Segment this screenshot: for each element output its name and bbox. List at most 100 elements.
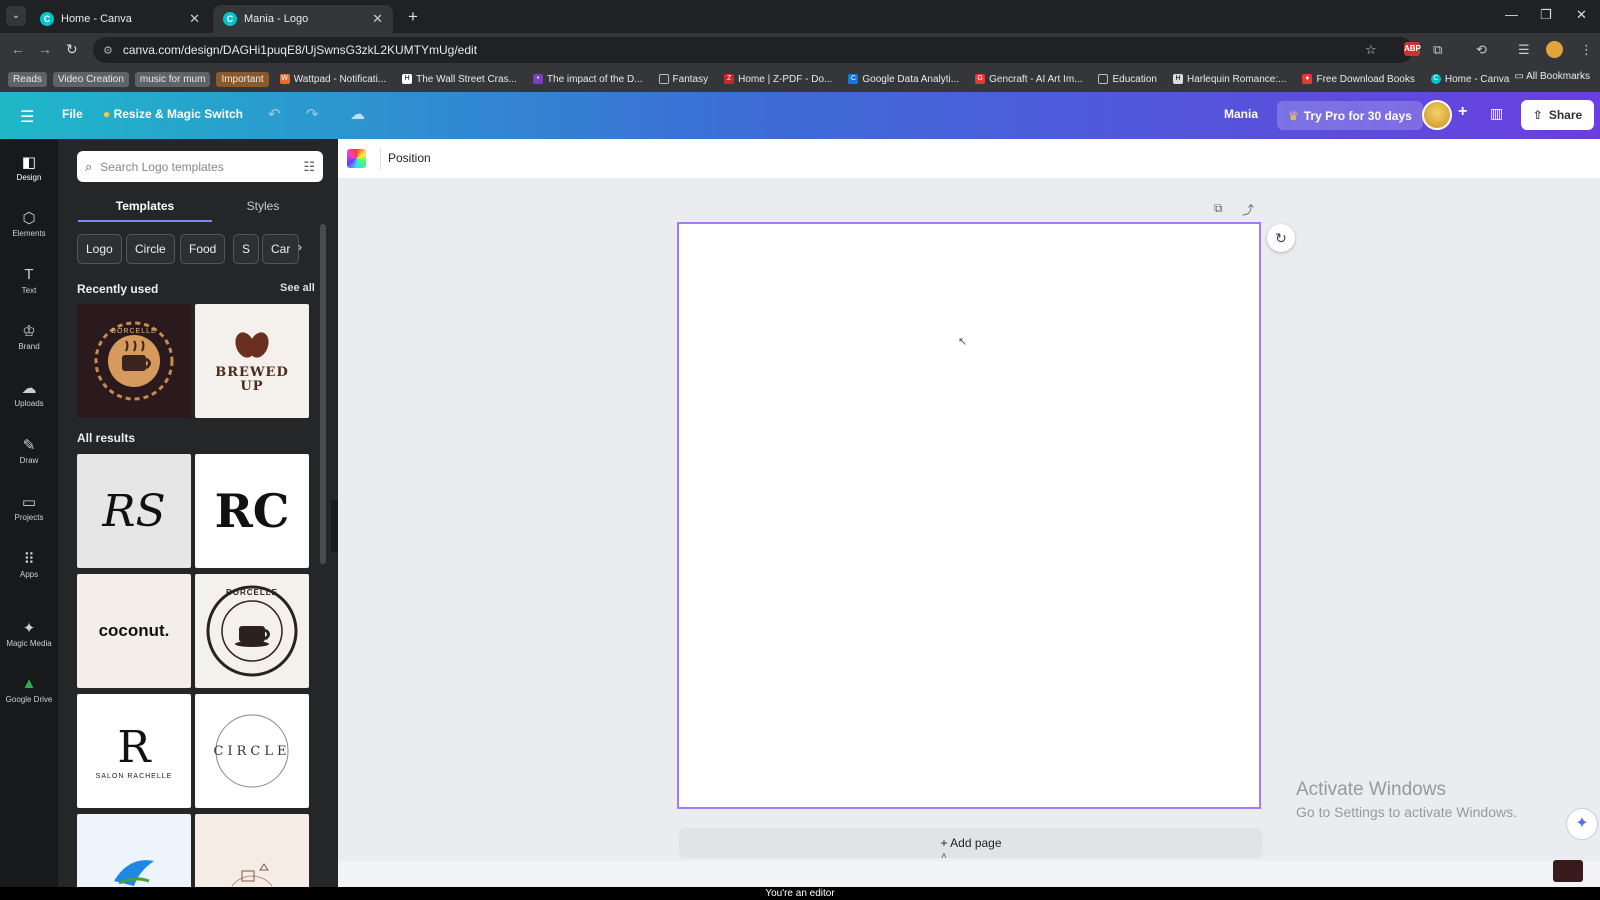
adblock-extension-icon[interactable]: ABP xyxy=(1404,42,1421,56)
omnibox[interactable]: ⚙ canva.com/design/DAGHi1puqE8/UjSwnsG3z… xyxy=(93,37,1413,63)
minimize-icon[interactable]: — xyxy=(1505,7,1518,22)
rail-design[interactable]: ◧ Design xyxy=(0,153,58,182)
panel-scrollbar[interactable] xyxy=(320,224,326,564)
browser-tab-home-canva[interactable]: C Home - Canva ✕ xyxy=(30,5,210,33)
rail-label: Elements xyxy=(12,229,46,238)
user-avatar[interactable] xyxy=(1422,100,1452,130)
reload-icon[interactable]: ↻ xyxy=(66,41,78,58)
restore-icon[interactable]: ❐ xyxy=(1540,7,1552,23)
analytics-icon[interactable]: ▥ xyxy=(1490,105,1503,122)
rail-projects[interactable]: ▭ Projects xyxy=(0,493,58,522)
cloud-saved-icon[interactable]: ☁ xyxy=(350,105,365,123)
all-bookmarks[interactable]: ▭ All Bookmarks xyxy=(1514,71,1590,82)
file-menu-button[interactable]: File xyxy=(62,107,83,121)
bookmark-harlequin[interactable]: H Harlequin Romance:... xyxy=(1168,72,1292,87)
template-thumb-coconut[interactable]: coconut. xyxy=(77,574,191,688)
filter-icon[interactable]: ☷ xyxy=(303,159,315,175)
rail-elements[interactable]: ⬡ Elements xyxy=(0,209,58,238)
color-picker-swatch[interactable] xyxy=(347,149,366,168)
try-pro-button[interactable]: ♛ Try Pro for 30 days xyxy=(1277,101,1423,130)
template-thumb-rs-monogram[interactable]: RS xyxy=(77,454,191,568)
profile-avatar[interactable] xyxy=(1546,41,1563,58)
rail-magic-media[interactable]: ✦ Magic Media xyxy=(0,619,58,648)
rail-apps[interactable]: ⠿ Apps xyxy=(0,550,58,579)
back-icon[interactable]: ← xyxy=(11,41,25,57)
bookmark-education[interactable]: Education xyxy=(1093,72,1161,87)
canva-favicon-icon: C xyxy=(223,12,237,26)
brand-icon: ♔ xyxy=(22,323,36,340)
recorder-thumbnail[interactable] xyxy=(1553,860,1583,882)
rail-text[interactable]: T Text xyxy=(0,266,58,295)
rail-draw[interactable]: ✎ Draw xyxy=(0,436,58,465)
design-name[interactable]: Mania xyxy=(1224,107,1258,121)
rail-brand[interactable]: ♔ Brand xyxy=(0,322,58,351)
history-icon[interactable]: ⟲ xyxy=(1476,42,1487,58)
bookmark-impact[interactable]: • The impact of the D... xyxy=(528,72,648,87)
new-tab-icon[interactable]: + xyxy=(408,7,418,27)
try-pro-label: Try Pro for 30 days xyxy=(1303,108,1412,123)
chip-logo[interactable]: Logo xyxy=(77,234,122,264)
bookmark-home-canva[interactable]: C Home - Canva xyxy=(1426,72,1514,87)
position-button[interactable]: Position xyxy=(388,151,431,165)
rotate-refresh-icon[interactable]: ↻ xyxy=(1267,224,1295,252)
design-canvas[interactable] xyxy=(677,222,1261,809)
bookmark-wall-street[interactable]: H The Wall Street Cras... xyxy=(397,72,522,87)
rail-google-drive[interactable]: ▲ Google Drive xyxy=(0,675,58,704)
more-menu-icon[interactable]: ⋮ xyxy=(1580,42,1593,58)
bookmark-important[interactable]: Important xyxy=(216,71,269,87)
chevron-right-icon[interactable]: › xyxy=(298,240,302,254)
template-thumb-brewed-up[interactable]: BREWED UP xyxy=(195,304,309,418)
template-thumb-borcelle-coffee-shop[interactable]: BORCELLE xyxy=(195,574,309,688)
bookmark-label: Free Download Books xyxy=(1316,73,1415,85)
browser-tab-mania-logo[interactable]: C Mania - Logo ✕ xyxy=(213,5,393,33)
bookmark-gencraft[interactable]: G Gencraft - AI Art Im... xyxy=(970,72,1087,87)
search-input[interactable] xyxy=(100,159,296,174)
redo-icon[interactable]: ↷ xyxy=(306,105,319,123)
window-close-icon[interactable]: ✕ xyxy=(1576,7,1587,23)
share-button[interactable]: ⇧ Share xyxy=(1521,100,1594,130)
share-icon: ⇧ xyxy=(1532,108,1543,122)
tab-templates[interactable]: Templates xyxy=(78,199,212,213)
bookmark-wattpad[interactable]: W Wattpad - Notificati... xyxy=(275,72,391,87)
template-thumb-borcelle-wreath[interactable]: BORCELLE xyxy=(77,304,191,418)
close-icon[interactable]: ✕ xyxy=(189,11,200,27)
rail-label: Apps xyxy=(19,570,39,579)
magic-sparkle-icon[interactable]: ✦ xyxy=(1566,808,1598,840)
bookmark-free-books[interactable]: ♦ Free Download Books xyxy=(1297,72,1419,87)
bookmark-google-data[interactable]: C Google Data Analyti... xyxy=(843,72,964,87)
chevron-up-icon[interactable]: ˄ xyxy=(941,851,947,862)
forward-icon[interactable]: → xyxy=(38,41,52,57)
rail-uploads[interactable]: ☁ Uploads xyxy=(0,379,58,408)
menu-icon[interactable]: ☰ xyxy=(20,107,34,127)
add-collaborator-icon[interactable]: + xyxy=(1458,103,1467,121)
template-thumb-the-circle[interactable]: CIRCLE xyxy=(195,694,309,808)
template-search[interactable]: ⌕ ☷ xyxy=(77,151,323,182)
chip-food[interactable]: Food xyxy=(180,234,226,264)
chip-s[interactable]: S xyxy=(233,234,260,264)
add-page-share-icon[interactable]: ⤴ xyxy=(1242,201,1254,218)
template-thumb-rc-monogram[interactable]: RC xyxy=(195,454,309,568)
extensions-icon[interactable]: ⧉ xyxy=(1433,42,1442,58)
activate-title: Activate Windows xyxy=(1296,779,1446,800)
bookmark-zpdf[interactable]: Z Home | Z-PDF - Do... xyxy=(719,72,837,87)
resize-magic-switch-button[interactable]: ● Resize & Magic Switch xyxy=(103,107,243,121)
add-page-button[interactable]: + Add page xyxy=(679,828,1263,858)
template-thumb-salon-rachelle[interactable]: R SALON RACHELLE xyxy=(77,694,191,808)
bird-icon xyxy=(114,860,154,886)
chip-circle[interactable]: Circle xyxy=(126,234,175,264)
duplicate-page-icon[interactable]: ⧉ xyxy=(1214,201,1223,216)
bookmark-fantasy[interactable]: Fantasy xyxy=(654,72,714,87)
close-icon[interactable]: ✕ xyxy=(372,11,383,27)
bookmark-star-icon[interactable]: ☆ xyxy=(1365,42,1377,58)
see-all-link[interactable]: See all xyxy=(280,282,315,294)
chip-car[interactable]: Car xyxy=(262,234,300,264)
bookmark-video-creation[interactable]: Video Creation xyxy=(52,71,129,87)
site-info-icon[interactable]: ⚙ xyxy=(103,44,113,57)
reading-list-icon[interactable]: ☰ xyxy=(1518,42,1530,58)
h-icon: H xyxy=(1172,74,1183,84)
bookmark-music-for-mum[interactable]: music for mum xyxy=(134,71,211,87)
tab-styles[interactable]: Styles xyxy=(196,199,330,213)
tab-search-icon[interactable]: ⌄ xyxy=(6,6,26,26)
undo-icon[interactable]: ↶ xyxy=(268,105,281,123)
bookmark-reads[interactable]: Reads xyxy=(8,71,47,87)
